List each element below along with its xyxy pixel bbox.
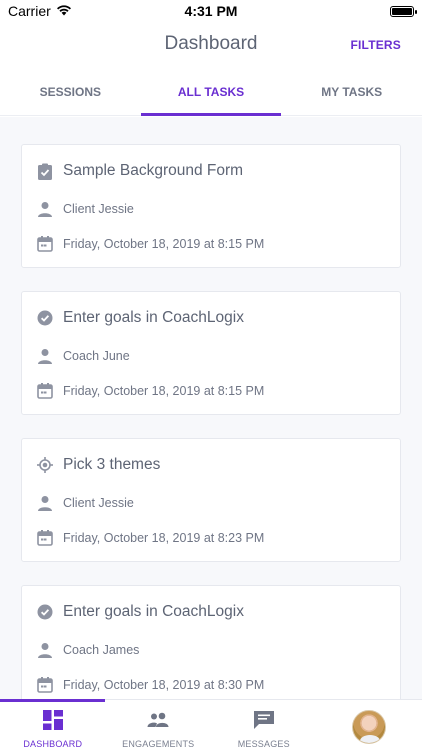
nav-engagements[interactable]: ENGAGEMENTS [106,700,212,750]
chat-icon [253,710,275,735]
nav-label: MESSAGES [237,739,290,749]
tab-my-tasks[interactable]: MY TASKS [281,68,422,115]
nav-profile[interactable] [317,700,422,750]
task-assignee: Client Jessie [63,202,134,216]
tab-all-tasks[interactable]: ALL TASKS [140,68,282,116]
header: Dashboard FILTERS [0,22,422,66]
avatar[interactable] [352,710,387,744]
nav-messages[interactable]: MESSAGES [211,700,317,750]
check-circle-icon [37,310,53,326]
task-date: Friday, October 18, 2019 at 8:23 PM [63,531,265,545]
battery-icon [390,5,417,17]
task-date: Friday, October 18, 2019 at 8:30 PM [63,678,265,692]
person-icon [37,642,53,658]
nav-dashboard[interactable]: DASHBOARD [0,700,106,750]
task-date: Friday, October 18, 2019 at 8:15 PM [63,237,265,251]
carrier-label: Carrier [8,3,51,19]
task-card[interactable]: Enter goals in CoachLogix Coach June Fri… [21,291,401,415]
active-nav-indicator [0,699,105,702]
tab-sessions[interactable]: SESSIONS [0,68,141,115]
page-title: Dashboard [164,33,258,54]
nav-label: DASHBOARD [23,739,83,749]
calendar-icon [37,383,53,399]
task-title: Enter goals in CoachLogix [63,603,244,620]
task-card[interactable]: Sample Background Form Client Jessie Fri… [21,144,401,268]
task-title: Sample Background Form [63,162,244,179]
person-icon [37,495,53,511]
check-circle-icon [37,604,53,620]
task-date: Friday, October 18, 2019 at 8:15 PM [63,384,265,398]
target-icon [37,457,53,473]
task-card[interactable]: Enter goals in CoachLogix Coach James Fr… [21,585,401,699]
tab-bar: SESSIONS ALL TASKS MY TASKS [0,68,422,116]
task-title: Enter goals in CoachLogix [63,309,244,326]
task-list: Sample Background Form Client Jessie Fri… [0,117,422,699]
task-assignee: Client Jessie [63,496,134,510]
status-bar: Carrier 4:31 PM [0,0,422,22]
person-icon [37,348,53,364]
status-left: Carrier [8,3,72,19]
calendar-icon [37,236,53,252]
task-title: Pick 3 themes [63,456,161,473]
calendar-icon [37,530,53,546]
dashboard-icon [42,710,63,735]
filters-button[interactable]: FILTERS [350,38,401,52]
task-assignee: Coach June [63,349,130,363]
person-icon [37,201,53,217]
people-icon [147,710,169,735]
nav-label: ENGAGEMENTS [122,739,195,749]
clipboard-check-icon [37,163,53,180]
calendar-icon [37,677,53,693]
wifi-icon [56,3,72,19]
task-card[interactable]: Pick 3 themes Client Jessie Friday, Octo… [21,438,401,562]
bottom-nav: DASHBOARD ENGAGEMENTS MESSAGES [0,699,422,750]
task-assignee: Coach James [63,643,140,657]
